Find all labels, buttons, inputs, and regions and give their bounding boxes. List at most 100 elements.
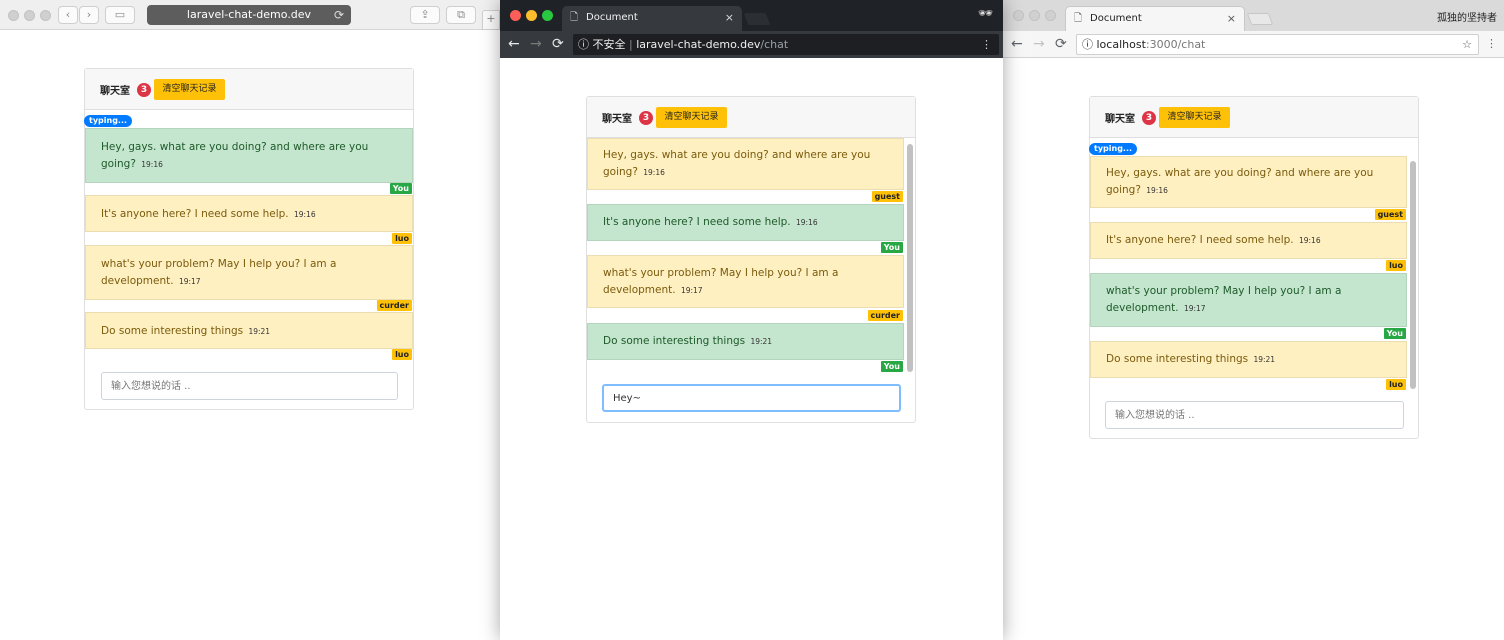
security-indicator[interactable]: ⓘ 不安全 — [578, 38, 626, 51]
sidebar-icon[interactable]: ▭ — [105, 6, 135, 24]
message-item: what's your problem? May I help you? I a… — [1090, 273, 1407, 327]
sender-tag: curder — [376, 300, 412, 311]
message-input[interactable] — [1105, 401, 1404, 429]
online-count-badge: 3 — [1142, 111, 1156, 125]
chat-header: 聊天室 3 清空聊天记录 — [85, 69, 413, 110]
zoom-window-button[interactable] — [1045, 10, 1056, 21]
clear-history-button[interactable]: 清空聊天记录 — [656, 107, 727, 128]
chat-title: 聊天室 — [602, 114, 632, 125]
message-text: what's your problem? May I help you? I a… — [603, 267, 839, 296]
message-text: It's anyone here? I need some help. — [101, 208, 289, 220]
message-text: Do some interesting things — [101, 325, 244, 337]
message-time: 19:21 — [750, 337, 773, 346]
message-item: It's anyone here? I need some help. 19:1… — [587, 204, 904, 241]
minimize-window-button[interactable] — [1029, 10, 1040, 21]
address-bar[interactable]: ⓘ 不安全 | laravel-chat-demo.dev/chat ⋮ — [573, 34, 999, 55]
tab-document[interactable]: 🗋 Document × — [1065, 6, 1245, 31]
close-window-button[interactable] — [1013, 10, 1024, 21]
message-time: 19:21 — [1253, 355, 1276, 364]
chat-panel: 聊天室 3 清空聊天记录 typing... Hey, gays. what a… — [84, 68, 414, 410]
online-count-badge: 3 — [639, 111, 653, 125]
close-window-button[interactable] — [510, 10, 521, 21]
zoom-window-button[interactable] — [40, 10, 51, 21]
message-time: 19:17 — [680, 286, 703, 295]
back-icon[interactable]: ← — [508, 31, 520, 57]
messages-scrollbar[interactable] — [1410, 161, 1416, 389]
message-text: what's your problem? May I help you? I a… — [1106, 285, 1342, 314]
message-input[interactable] — [602, 384, 901, 412]
message-text: Do some interesting things — [1106, 353, 1249, 365]
show-tabs-icon[interactable]: ⧉ — [446, 6, 476, 24]
close-tab-icon[interactable]: × — [725, 6, 734, 30]
reload-icon[interactable]: ⟳ — [552, 31, 564, 57]
minimize-window-button[interactable] — [24, 10, 35, 21]
clear-history-button[interactable]: 清空聊天记录 — [154, 79, 225, 100]
clear-history-button[interactable]: 清空聊天记录 — [1159, 107, 1230, 128]
incognito-icon: 🕶 — [977, 6, 993, 20]
url-text: laravel-chat-demo.dev — [186, 8, 312, 21]
back-icon[interactable]: ← — [1011, 31, 1023, 57]
back-icon[interactable]: ‹ — [58, 6, 78, 24]
sender-tag: curder — [867, 310, 903, 321]
messages-scrollbar[interactable] — [907, 144, 913, 372]
browser-toolbar: ← → ⟳ ⓘ localhost:3000/chat ☆ ⋮ — [1003, 31, 1504, 58]
new-tab-icon[interactable]: + — [482, 10, 500, 30]
forward-icon[interactable]: › — [79, 6, 99, 24]
message-time: 19:16 — [141, 160, 163, 169]
message-time: 19:16 — [293, 210, 316, 219]
address-bar[interactable]: laravel-chat-demo.dev ⟳ — [147, 5, 351, 25]
message-time: 19:16 — [643, 168, 665, 177]
close-window-button[interactable] — [8, 10, 19, 21]
message-text: what's your problem? May I help you? I a… — [101, 258, 337, 287]
message-item: Hey, gays. what are you doing? and where… — [1090, 156, 1407, 208]
message-item: Do some interesting things 19:21 — [1090, 341, 1407, 378]
profile-name[interactable]: 孤独的坚持者 — [1437, 9, 1497, 24]
message-item: Do some interesting things 19:21 — [85, 312, 413, 349]
tab-strip: 🗋 Document × 🕶 — [500, 0, 1003, 31]
sender-tag: luo — [1386, 260, 1406, 271]
document-icon: 🗋 — [570, 12, 579, 23]
message-item: what's your problem? May I help you? I a… — [85, 245, 413, 300]
chat-panel: 聊天室 3 清空聊天记录 typing... Hey, gays. what a… — [1089, 96, 1419, 439]
forward-icon[interactable]: → — [1033, 31, 1045, 57]
address-bar[interactable]: ⓘ localhost:3000/chat ☆ — [1076, 34, 1479, 55]
chat-panel: 聊天室 3 清空聊天记录 Hey, gays. what are you doi… — [586, 96, 916, 423]
menu-icon[interactable]: ⋮ — [1486, 31, 1497, 57]
bookmark-star-icon[interactable]: ☆ — [1462, 35, 1472, 54]
message-text: It's anyone here? I need some help. — [1106, 234, 1294, 246]
sender-tag: luo — [392, 349, 412, 360]
chat-title: 聊天室 — [1105, 114, 1135, 125]
safari-toolbar: ‹ › ▭ laravel-chat-demo.dev ⟳ ⇪ ⧉ + — [0, 0, 500, 30]
message-time: 19:16 — [1146, 186, 1168, 195]
sender-tag: guest — [871, 191, 903, 202]
share-icon[interactable]: ⇪ — [410, 6, 440, 24]
message-item: It's anyone here? I need some help. 19:1… — [85, 195, 413, 232]
message-input[interactable] — [101, 372, 398, 400]
tab-title: Document — [1090, 13, 1142, 24]
typing-indicator: typing... — [84, 115, 133, 127]
minimize-window-button[interactable] — [526, 10, 537, 21]
info-icon[interactable]: ⓘ — [1082, 38, 1097, 51]
sender-tag: luo — [1386, 379, 1406, 390]
message-time: 19:16 — [795, 218, 818, 227]
url-path: /chat — [760, 38, 789, 51]
zoom-window-button[interactable] — [542, 10, 553, 21]
sender-tag: You — [1383, 328, 1406, 339]
chat-header: 聊天室 3 清空聊天记录 — [1090, 97, 1418, 138]
reload-icon[interactable]: ⟳ — [1055, 31, 1067, 57]
message-time: 19:17 — [1183, 304, 1206, 313]
menu-icon[interactable]: ⋮ — [981, 34, 992, 55]
message-text: It's anyone here? I need some help. — [603, 216, 791, 228]
close-tab-icon[interactable]: × — [1227, 7, 1236, 31]
url-host: localhost — [1096, 38, 1146, 51]
message-item: Do some interesting things 19:21 — [587, 323, 904, 360]
forward-icon[interactable]: → — [530, 31, 542, 57]
message-item: what's your problem? May I help you? I a… — [587, 255, 904, 308]
sender-tag: You — [880, 361, 903, 372]
browser-toolbar: ← → ⟳ ⓘ 不安全 | laravel-chat-demo.dev/chat… — [500, 31, 1003, 58]
new-tab-button[interactable] — [743, 13, 771, 25]
reload-icon[interactable]: ⟳ — [334, 5, 344, 25]
new-tab-button[interactable] — [1246, 13, 1274, 25]
tab-document[interactable]: 🗋 Document × — [562, 6, 742, 31]
message-time: 19:17 — [178, 277, 201, 286]
